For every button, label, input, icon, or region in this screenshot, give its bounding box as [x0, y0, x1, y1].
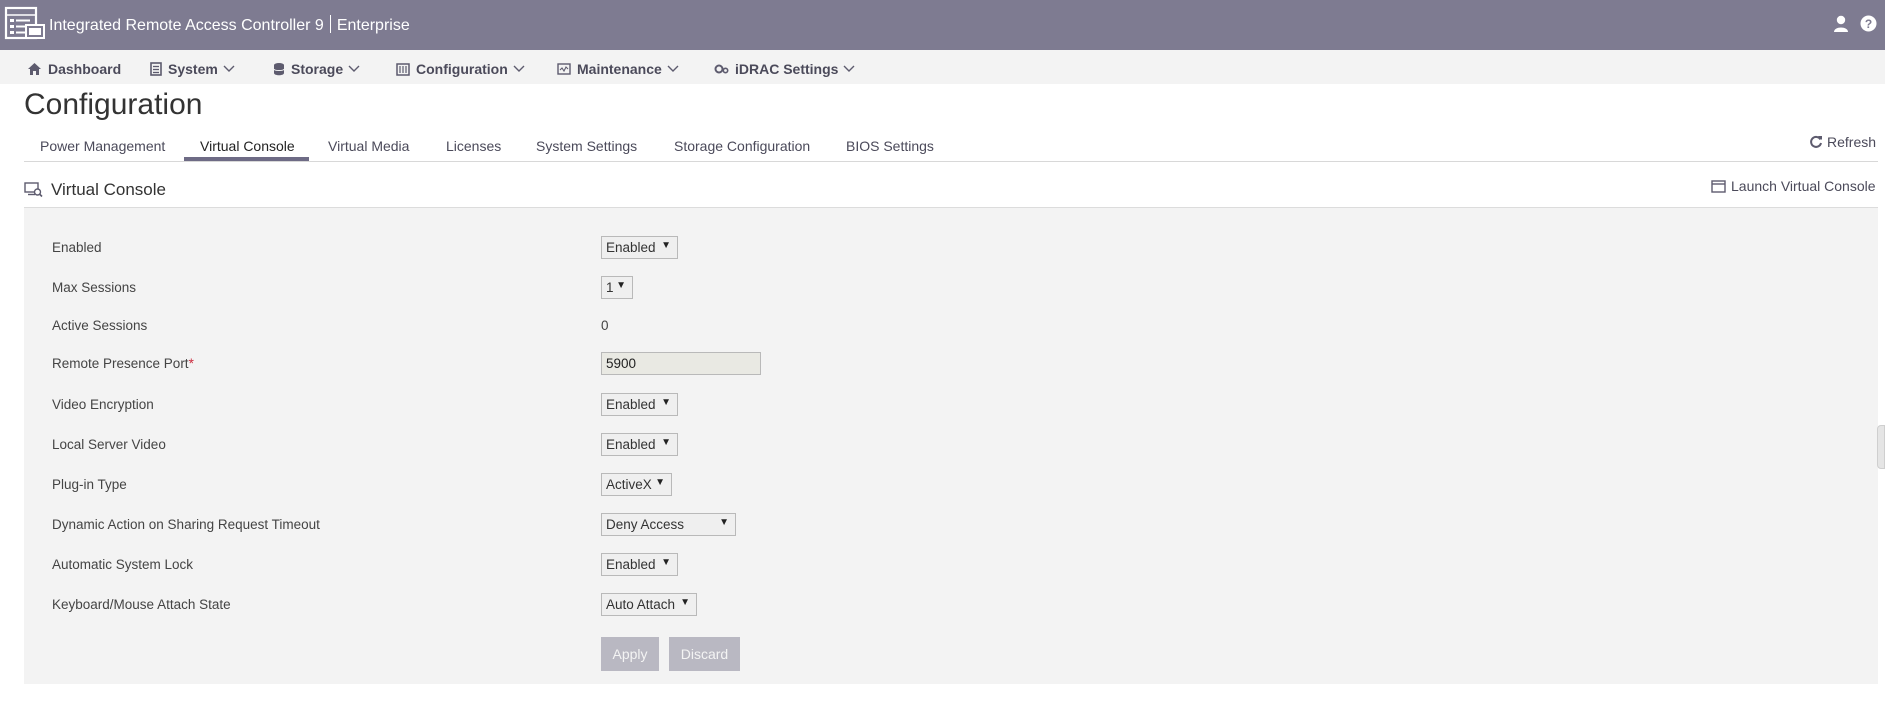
dropdown-arrow-icon: ▼: [655, 477, 665, 488]
enabled-label: Enabled: [52, 240, 102, 255]
dropdown-arrow-icon: ▼: [661, 240, 671, 251]
refresh-label: Refresh: [1827, 134, 1877, 150]
video-encryption-select-value: Enabled: [606, 397, 656, 412]
video-encryption-select[interactable]: Enabled ▼: [601, 393, 678, 416]
video-encryption-label: Video Encryption: [52, 397, 154, 412]
nav-system[interactable]: System: [150, 59, 235, 79]
virtual-console-settings-panel: [24, 207, 1878, 684]
discard-button[interactable]: Discard: [669, 637, 740, 671]
dropdown-arrow-icon: ▼: [616, 280, 626, 291]
nav-storage-label: Storage: [291, 61, 344, 77]
active-tab-indicator: [184, 157, 309, 161]
dynamic-action-select[interactable]: Deny Access ▼: [601, 513, 736, 536]
nav-idrac-settings[interactable]: iDRAC Settings: [714, 59, 855, 79]
tab-licenses[interactable]: Licenses: [446, 138, 501, 154]
top-header-bar: Integrated Remote Access Controller 9 Ent…: [0, 0, 1885, 50]
automatic-system-lock-label: Automatic System Lock: [52, 557, 194, 572]
chevron-down-icon: [843, 65, 855, 72]
config-tabs: Power Management Virtual Console Virtual…: [24, 134, 1878, 162]
remote-presence-port-label: Remote Presence Port*: [52, 356, 194, 371]
automatic-system-lock-select-value: Enabled: [606, 557, 656, 572]
user-icon[interactable]: [1833, 15, 1849, 33]
idrac-logo-icon: [4, 6, 45, 40]
help-icon[interactable]: ?: [1860, 15, 1877, 32]
local-server-video-label: Local Server Video: [52, 437, 166, 452]
dropdown-arrow-icon: ▼: [719, 517, 729, 528]
max-sessions-select[interactable]: 1 ▼: [601, 276, 633, 299]
tab-bios-settings[interactable]: BIOS Settings: [846, 138, 934, 154]
nav-configuration-label: Configuration: [416, 61, 508, 77]
tab-virtual-media[interactable]: Virtual Media: [328, 138, 409, 154]
dropdown-arrow-icon: ▼: [661, 557, 671, 568]
refresh-button[interactable]: Refresh: [1809, 134, 1876, 150]
side-panel-handle[interactable]: [1877, 425, 1885, 469]
dynamic-action-select-value: Deny Access: [606, 517, 685, 532]
automatic-system-lock-select[interactable]: Enabled ▼: [601, 553, 678, 576]
nav-configuration[interactable]: Configuration: [396, 59, 525, 79]
enabled-select[interactable]: Enabled ▼: [601, 236, 678, 259]
apply-button[interactable]: Apply: [601, 637, 659, 671]
chevron-down-icon: [348, 65, 360, 72]
plugin-type-select[interactable]: ActiveX ▼: [601, 473, 672, 496]
nav-maintenance-label: Maintenance: [577, 61, 662, 77]
dropdown-arrow-icon: ▼: [661, 397, 671, 408]
chevron-down-icon: [513, 65, 525, 72]
enabled-select-value: Enabled: [606, 240, 656, 255]
keyboard-mouse-attach-label: Keyboard/Mouse Attach State: [52, 597, 231, 612]
nav-system-label: System: [168, 61, 218, 77]
edition-label: Enterprise: [336, 17, 410, 34]
dropdown-arrow-icon: ▼: [661, 437, 671, 448]
app-title-text: Integrated Remote Access Controller 9: [49, 17, 324, 34]
maintenance-icon: [557, 63, 571, 75]
active-sessions-label: Active Sessions: [52, 318, 148, 333]
section-title: Virtual Console: [51, 180, 166, 199]
local-server-video-select[interactable]: Enabled ▼: [601, 433, 678, 456]
svg-text:?: ?: [1865, 17, 1872, 31]
virtual-console-section-header: Virtual Console: [24, 179, 166, 201]
nav-maintenance[interactable]: Maintenance: [557, 59, 679, 79]
virtual-console-icon: [24, 182, 43, 198]
chevron-down-icon: [667, 65, 679, 72]
max-sessions-label: Max Sessions: [52, 280, 137, 295]
tab-power-management[interactable]: Power Management: [40, 138, 165, 154]
tab-virtual-console[interactable]: Virtual Console: [200, 138, 295, 154]
window-icon: [1711, 179, 1726, 193]
nav-storage[interactable]: Storage: [273, 59, 360, 79]
main-nav-bar: Dashboard System Storage Configuration M…: [0, 50, 1885, 84]
remote-presence-port-input[interactable]: [601, 352, 761, 375]
tab-system-settings[interactable]: System Settings: [536, 138, 637, 154]
refresh-icon: [1810, 135, 1822, 148]
database-icon: [273, 63, 285, 76]
gears-icon: [714, 64, 729, 74]
plugin-type-label: Plug-in Type: [52, 477, 127, 492]
server-icon: [150, 62, 162, 76]
nav-idrac-settings-label: iDRAC Settings: [735, 61, 839, 77]
launch-label: Launch Virtual Console: [1731, 178, 1876, 194]
required-marker: *: [188, 356, 194, 371]
nav-dashboard-label: Dashboard: [48, 61, 122, 77]
local-server-video-select-value: Enabled: [606, 437, 656, 452]
plugin-type-select-value: ActiveX: [606, 477, 652, 492]
tab-storage-configuration[interactable]: Storage Configuration: [674, 138, 810, 154]
dynamic-action-label: Dynamic Action on Sharing Request Timeou…: [52, 517, 320, 532]
nav-dashboard[interactable]: Dashboard: [27, 59, 121, 79]
keyboard-mouse-attach-select[interactable]: Auto Attach ▼: [601, 593, 697, 616]
remote-presence-port-label-text: Remote Presence Port: [52, 356, 189, 371]
max-sessions-select-value: 1: [606, 280, 614, 295]
app-title: Integrated Remote Access Controller 9 Ent…: [49, 15, 410, 35]
dropdown-arrow-icon: ▼: [680, 597, 690, 608]
launch-virtual-console-button[interactable]: Launch Virtual Console: [1711, 178, 1876, 194]
active-sessions-value: 0: [601, 318, 609, 333]
chevron-down-icon: [223, 65, 235, 72]
title-divider: [329, 15, 331, 33]
configuration-icon: [396, 62, 410, 76]
page-title: Configuration: [24, 88, 203, 121]
keyboard-mouse-attach-select-value: Auto Attach: [606, 597, 676, 612]
home-icon: [28, 63, 41, 75]
